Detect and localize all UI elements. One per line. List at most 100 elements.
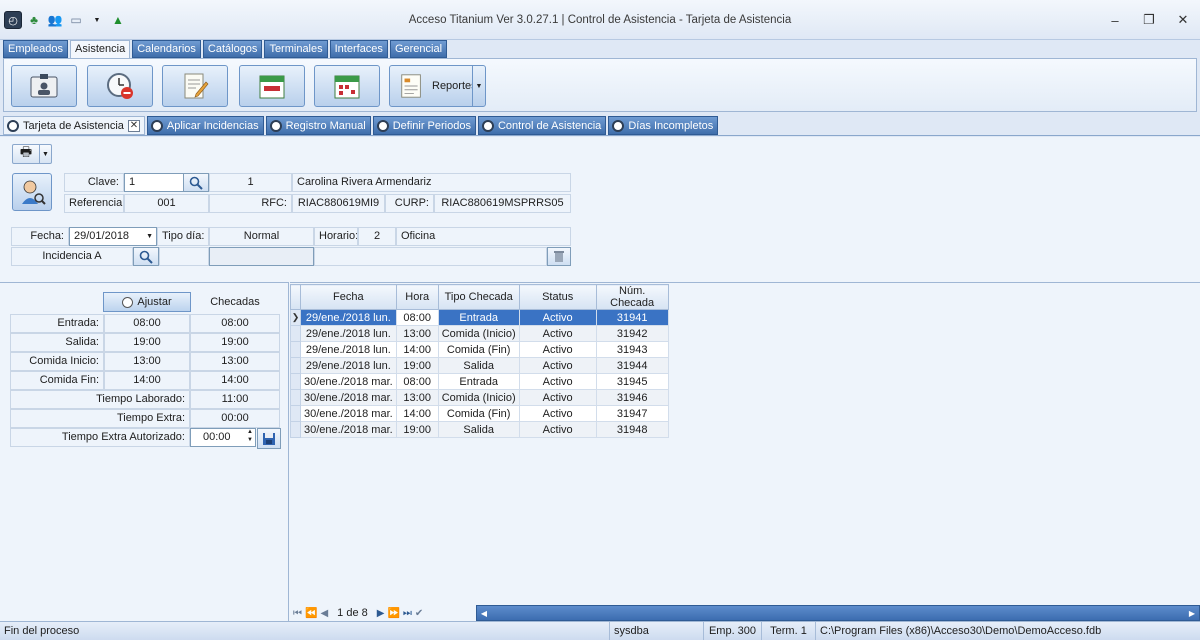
chevron-down-icon[interactable]: ▼ xyxy=(146,228,153,245)
cell-hora[interactable]: 14:00 xyxy=(395,405,439,422)
cell-num-checada[interactable]: 31943 xyxy=(595,341,669,358)
tab-definir-periodos[interactable]: Definir Periodos xyxy=(372,116,476,135)
cell-fecha[interactable]: 30/ene./2018 mar. xyxy=(300,373,397,390)
tab-asistencia[interactable]: Asistencia xyxy=(70,40,131,60)
horizontal-scrollbar[interactable]: ◀ ▶ xyxy=(476,605,1200,621)
row-indicator[interactable] xyxy=(290,373,301,390)
incidencia-description[interactable] xyxy=(209,247,314,266)
last-page-icon[interactable]: ⏭ xyxy=(403,608,412,619)
row-indicator[interactable] xyxy=(290,341,301,358)
close-tab-icon[interactable]: ✕ xyxy=(127,119,140,132)
cell-fecha[interactable]: 29/ene./2018 lun. xyxy=(300,341,397,358)
tab-empleados[interactable]: Empleados xyxy=(3,40,69,58)
cell-status[interactable]: Activo xyxy=(518,357,597,374)
spinner-icon[interactable]: ▲ ▼ xyxy=(247,429,253,444)
scroll-track[interactable] xyxy=(491,606,1185,620)
table-row[interactable]: 30/ene./2018 mar. 13:00 Comida (Inicio) Act… xyxy=(290,389,669,406)
table-row[interactable]: 29/ene./2018 lun. 19:00 Salida Activo 31944 xyxy=(290,357,669,374)
clave-lookup-button[interactable] xyxy=(183,173,209,192)
cell-num-checada[interactable]: 31948 xyxy=(595,421,669,438)
ajustar-button[interactable]: Ajustar xyxy=(103,292,191,312)
tab-dias-incompletos[interactable]: Días Incompletos xyxy=(608,116,719,135)
tab-tarjeta-asistencia[interactable]: Tarjeta de Asistencia ✕ xyxy=(3,116,145,135)
cell-num-checada[interactable]: 31946 xyxy=(595,389,669,406)
cell-hora[interactable]: 08:00 xyxy=(395,373,439,390)
prev-page-icon[interactable]: ◀ xyxy=(320,608,328,619)
prev-page-fast-icon[interactable]: ⏪ xyxy=(305,608,317,619)
row-indicator[interactable] xyxy=(290,325,301,342)
apply-incidents-button[interactable] xyxy=(87,65,153,107)
cell-status[interactable]: Activo xyxy=(518,389,597,406)
tab-aplicar-incidencias[interactable]: Aplicar Incidencias xyxy=(146,116,264,135)
confirm-icon[interactable]: ✔ xyxy=(415,608,423,619)
tab-control-asistencia[interactable]: Control de Asistencia xyxy=(477,116,607,135)
cell-tipo-checada[interactable]: Salida xyxy=(437,357,520,374)
row-indicator[interactable] xyxy=(290,421,301,438)
row-indicator[interactable] xyxy=(290,389,301,406)
reports-dropdown-button[interactable]: ▼ xyxy=(472,65,486,107)
tab-interfaces[interactable]: Interfaces xyxy=(329,40,388,58)
tab-catalogos[interactable]: Catálogos xyxy=(202,40,263,58)
cell-fecha[interactable]: 30/ene./2018 mar. xyxy=(300,389,397,406)
restore-icon[interactable]: ❐ xyxy=(1132,10,1166,30)
cell-hora[interactable]: 13:00 xyxy=(395,389,439,406)
minimize-icon[interactable]: – xyxy=(1098,10,1132,30)
close-icon[interactable]: ✕ xyxy=(1166,10,1200,30)
next-page-fast-icon[interactable]: ⏩ xyxy=(387,608,399,619)
attendance-card-button[interactable] xyxy=(11,65,77,107)
cell-hora[interactable]: 08:00 xyxy=(395,309,439,326)
cell-num-checada[interactable]: 31944 xyxy=(595,357,669,374)
scroll-right-icon[interactable]: ▶ xyxy=(1185,606,1199,620)
tiempo-extra-autorizado-input[interactable]: 00:00 ▲ ▼ xyxy=(190,428,256,447)
cell-hora[interactable]: 14:00 xyxy=(395,341,439,358)
cell-fecha[interactable]: 29/ene./2018 lun. xyxy=(300,325,397,342)
tab-registro-manual[interactable]: Registro Manual xyxy=(265,116,371,135)
row-indicator[interactable] xyxy=(290,405,301,422)
next-page-icon[interactable]: ▶ xyxy=(377,608,385,619)
cell-tipo-checada[interactable]: Salida xyxy=(437,421,520,438)
cell-tipo-checada[interactable]: Comida (Inicio) xyxy=(437,389,520,406)
cell-status[interactable]: Activo xyxy=(518,421,597,438)
delete-incidencia-button[interactable] xyxy=(547,247,571,266)
column-header-status[interactable]: Status xyxy=(518,284,597,310)
cell-num-checada[interactable]: 31947 xyxy=(595,405,669,422)
column-header-num-checada[interactable]: Núm. Checada xyxy=(595,284,669,310)
cell-num-checada[interactable]: 31942 xyxy=(595,325,669,342)
table-row[interactable]: ❯ 29/ene./2018 lun. 08:00 Entrada Activo 3194… xyxy=(290,309,669,326)
table-row[interactable]: 29/ene./2018 lun. 14:00 Comida (Fin) Activo… xyxy=(290,341,669,358)
attendance-control-button[interactable] xyxy=(314,65,380,107)
manual-entry-button[interactable] xyxy=(162,65,228,107)
cell-status[interactable]: Activo xyxy=(518,341,597,358)
column-header-hora[interactable]: Hora xyxy=(395,284,439,310)
tab-calendarios[interactable]: Calendarios xyxy=(132,40,201,58)
table-row[interactable]: 30/ene./2018 mar. 08:00 Entrada Activo 31945 xyxy=(290,373,669,390)
row-indicator-icon[interactable]: ❯ xyxy=(290,309,301,326)
cell-tipo-checada[interactable]: Entrada xyxy=(437,373,520,390)
cell-fecha[interactable]: 29/ene./2018 lun. xyxy=(300,357,397,374)
cell-fecha[interactable]: 30/ene./2018 mar. xyxy=(300,421,397,438)
table-row[interactable]: 30/ene./2018 mar. 14:00 Comida (Fin) Activo… xyxy=(290,405,669,422)
incidencia-lookup-button[interactable] xyxy=(133,247,159,266)
print-button[interactable]: 🖶 ▼ xyxy=(12,144,52,164)
cell-tipo-checada[interactable]: Entrada xyxy=(437,309,520,326)
cell-status[interactable]: Activo xyxy=(518,325,597,342)
tab-gerencial[interactable]: Gerencial xyxy=(389,40,448,58)
column-header-tipo-checada[interactable]: Tipo Checada xyxy=(437,284,520,310)
table-row[interactable]: 29/ene./2018 lun. 13:00 Comida (Inicio) Act… xyxy=(290,325,669,342)
row-indicator[interactable] xyxy=(290,357,301,374)
tab-terminales[interactable]: Terminales xyxy=(264,40,328,58)
cell-tipo-checada[interactable]: Comida (Fin) xyxy=(437,341,520,358)
cell-tipo-checada[interactable]: Comida (Fin) xyxy=(437,405,520,422)
cell-status[interactable]: Activo xyxy=(518,309,597,326)
scroll-left-icon[interactable]: ◀ xyxy=(477,606,491,620)
cell-hora[interactable]: 19:00 xyxy=(395,421,439,438)
clave-input[interactable]: 1 xyxy=(124,173,184,192)
chevron-down-icon[interactable]: ▼ xyxy=(39,145,51,163)
table-row[interactable]: 30/ene./2018 mar. 19:00 Salida Activo 31948 xyxy=(290,421,669,438)
reports-button[interactable]: Reportes xyxy=(389,65,485,107)
cell-status[interactable]: Activo xyxy=(518,405,597,422)
first-page-icon[interactable]: ⏮ xyxy=(293,608,302,619)
cell-fecha[interactable]: 30/ene./2018 mar. xyxy=(300,405,397,422)
cell-status[interactable]: Activo xyxy=(518,373,597,390)
fecha-date-picker[interactable]: 29/01/2018 ▼ xyxy=(69,227,157,246)
